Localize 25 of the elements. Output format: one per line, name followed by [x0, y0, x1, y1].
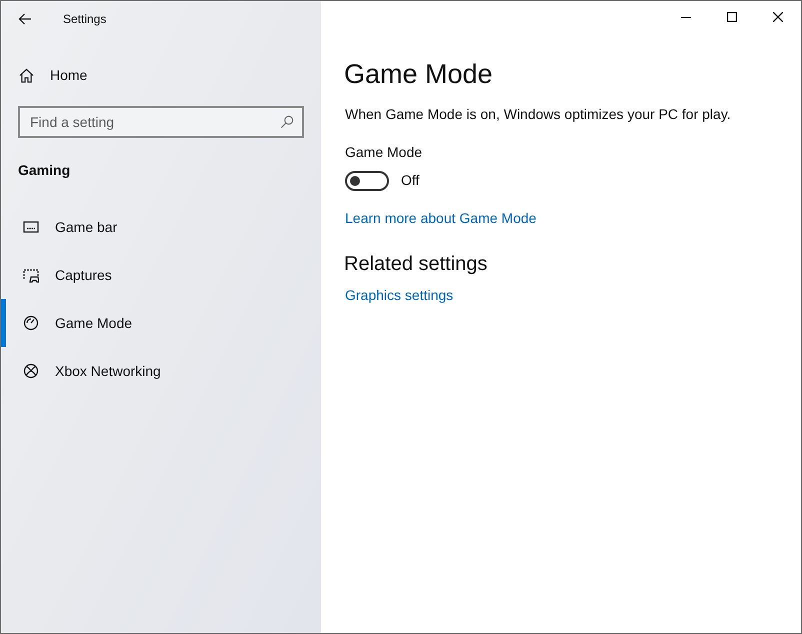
section-heading: Gaming — [18, 161, 70, 180]
nav-item[interactable]: Xbox Networking — [1, 347, 321, 395]
back-arrow-icon — [18, 12, 32, 24]
page-title: Game Mode — [344, 58, 493, 91]
home-icon — [19, 68, 34, 82]
description: When Game Mode is on, Windows optimizes your PC for play. — [345, 105, 731, 124]
search-field[interactable]: Find a setting — [18, 106, 304, 138]
gauge-icon — [23, 315, 39, 331]
maximize-icon — [727, 12, 737, 22]
nav-item[interactable]: Game bar — [1, 203, 321, 251]
toggle-state: Off — [401, 171, 420, 190]
section-title: Related settings — [344, 252, 488, 277]
learn-more-link[interactable]: Learn more about Game Mode — [345, 208, 536, 229]
xbox-logo-icon — [23, 363, 39, 379]
search-icon — [280, 115, 294, 129]
minimize-icon — [681, 16, 691, 18]
game-bar-icon — [23, 219, 39, 235]
close-icon — [773, 12, 783, 22]
nav-item[interactable]: Captures — [1, 251, 321, 299]
related-link[interactable]: Graphics settings — [345, 285, 454, 306]
window-title: Settings — [63, 10, 106, 28]
toggle-switch[interactable] — [345, 170, 389, 190]
toggle-label: Game Mode — [345, 143, 422, 162]
capture-icon — [23, 267, 39, 283]
home-nav-item[interactable]: Home — [1, 56, 321, 94]
